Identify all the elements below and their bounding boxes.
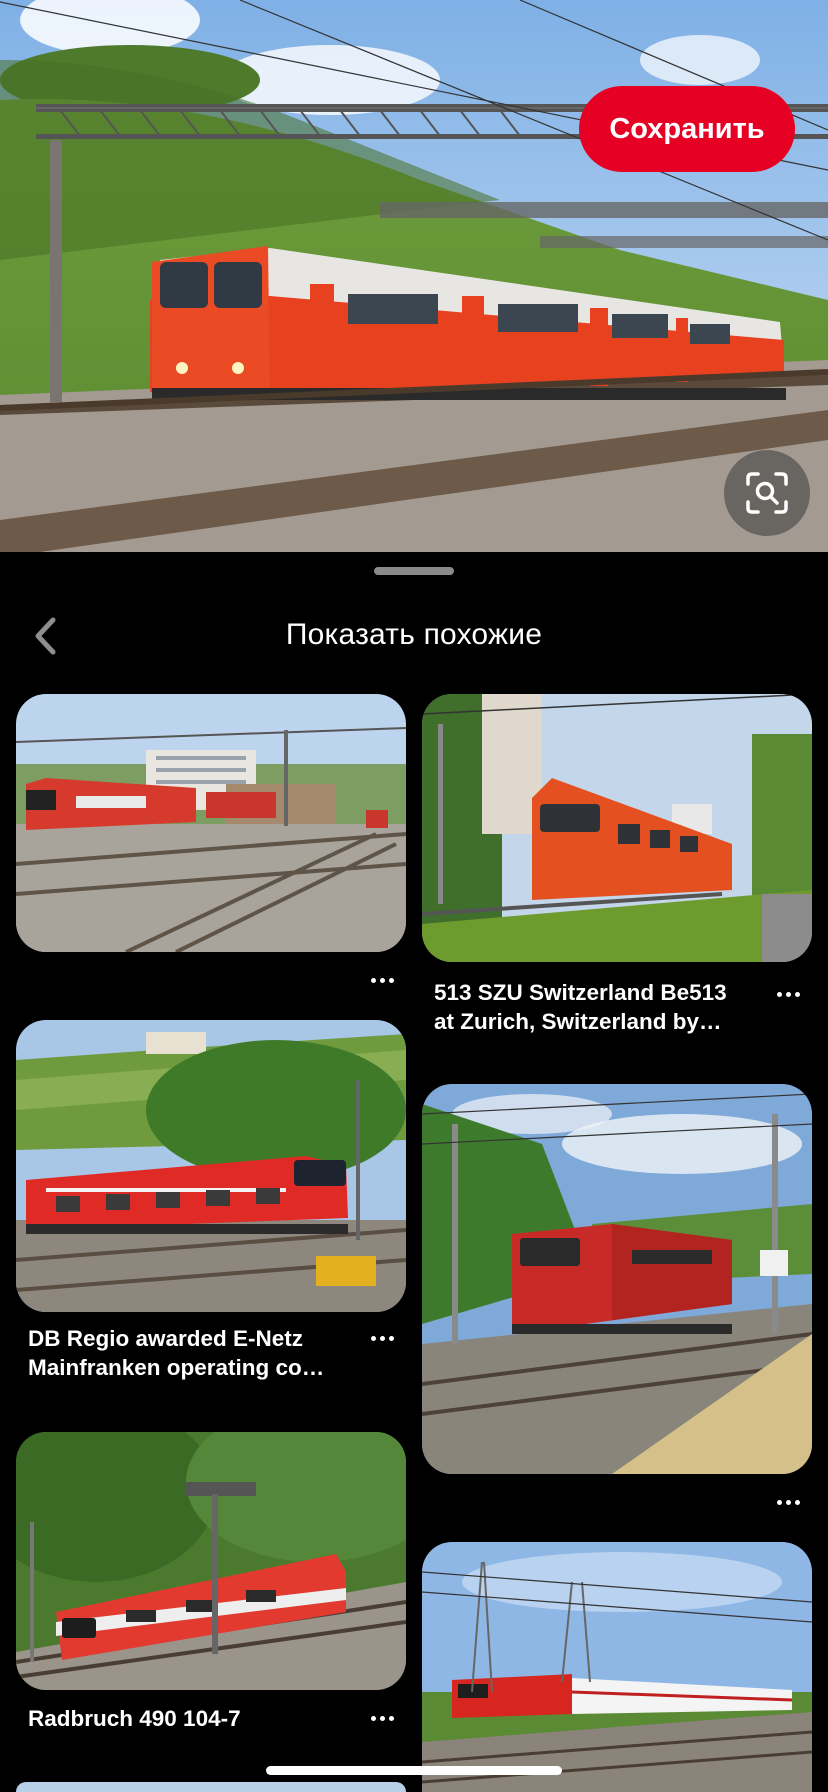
hero-train-photo [0, 0, 828, 552]
hero-pin-image[interactable]: Сохранить [0, 0, 828, 552]
more-options-button[interactable] [768, 1490, 808, 1514]
visual-search-icon [746, 472, 788, 514]
pin-card-partial[interactable] [16, 1782, 406, 1792]
pin-caption: 513 SZU Switzerland Be513 at Zurich, Swi… [434, 980, 727, 1034]
more-options-button[interactable] [362, 968, 402, 992]
pin-image [422, 694, 812, 962]
pin-card[interactable] [422, 1084, 812, 1514]
pin-card[interactable]: 513 SZU Switzerland Be513 at Zurich, Swi… [422, 694, 812, 1040]
more-options-button[interactable] [362, 1706, 402, 1730]
sheet-drag-handle[interactable] [374, 567, 454, 575]
pin-caption: Radbruch 490 104-7 [28, 1706, 241, 1731]
pin-card[interactable] [422, 1542, 812, 1792]
pin-image [422, 1084, 812, 1474]
visual-search-button[interactable] [724, 450, 810, 536]
more-options-button[interactable] [362, 1326, 402, 1350]
save-button[interactable]: Сохранить [579, 86, 795, 172]
pin-caption: DB Regio awarded E-Netz Mainfranken oper… [28, 1326, 325, 1380]
pin-card[interactable] [16, 694, 406, 994]
more-options-button[interactable] [768, 982, 808, 1006]
pin-image [16, 1020, 406, 1312]
home-indicator[interactable] [266, 1766, 562, 1775]
pin-card[interactable]: DB Regio awarded E-Netz Mainfranken oper… [16, 1020, 406, 1380]
pin-image [16, 694, 406, 952]
pin-image [16, 1432, 406, 1690]
pin-image [422, 1542, 812, 1792]
pin-card[interactable]: Radbruch 490 104-7 [16, 1432, 406, 1732]
sheet-title: Показать похожие [285, 618, 543, 651]
